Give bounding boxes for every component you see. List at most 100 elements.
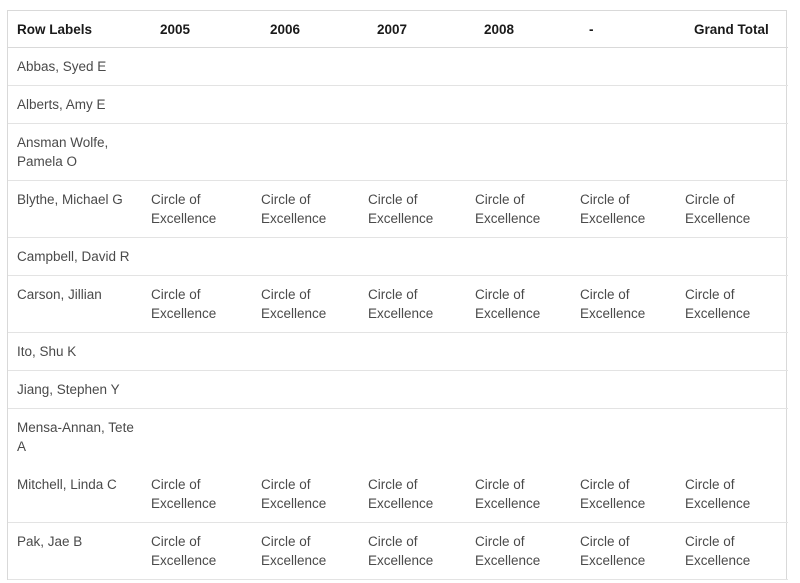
table-row[interactable]: Carson, Jillian Circle of Excellence Cir… xyxy=(8,275,788,333)
column-header-2006[interactable]: 2006 xyxy=(261,11,368,48)
cell-2006[interactable] xyxy=(261,409,368,466)
cell-blank[interactable] xyxy=(580,370,685,409)
cell-2005[interactable] xyxy=(151,409,261,466)
cell-2006[interactable] xyxy=(261,332,368,371)
cell-2008[interactable] xyxy=(475,85,580,124)
cell-2007[interactable] xyxy=(368,123,475,181)
cell-2008[interactable]: Circle of Excellence xyxy=(475,180,580,238)
cell-2007[interactable] xyxy=(368,237,475,276)
cell-2008[interactable] xyxy=(475,123,580,181)
cell-blank[interactable]: Circle of Excellence xyxy=(580,465,685,523)
cell-blank[interactable] xyxy=(580,409,685,466)
cell-grand-total[interactable] xyxy=(685,123,788,181)
cell-blank[interactable] xyxy=(580,123,685,181)
pivot-table: Row Labels 2005 2006 2007 2008 - Grand T… xyxy=(8,11,788,580)
cell-2008[interactable] xyxy=(475,237,580,276)
cell-2008[interactable] xyxy=(475,409,580,466)
cell-2006[interactable]: Circle of Excellence xyxy=(261,522,368,580)
cell-blank[interactable]: Circle of Excellence xyxy=(580,275,685,333)
row-label-cell[interactable]: Jiang, Stephen Y xyxy=(8,370,151,409)
cell-grand-total[interactable] xyxy=(685,237,788,276)
cell-2008[interactable] xyxy=(475,332,580,371)
cell-blank[interactable]: Circle of Excellence xyxy=(580,522,685,580)
table-row[interactable]: Ansman Wolfe, Pamela O xyxy=(8,123,788,181)
cell-2005[interactable] xyxy=(151,237,261,276)
cell-blank[interactable] xyxy=(580,47,685,86)
cell-grand-total[interactable] xyxy=(685,409,788,466)
column-header-grand-total[interactable]: Grand Total xyxy=(685,11,788,48)
cell-2005[interactable] xyxy=(151,85,261,124)
table-body: Abbas, Syed E Alberts, Amy E Ansman Wolf… xyxy=(8,47,788,580)
cell-2006[interactable] xyxy=(261,47,368,86)
cell-grand-total[interactable] xyxy=(685,47,788,86)
pivot-table-container: Row Labels 2005 2006 2007 2008 - Grand T… xyxy=(7,10,788,580)
cell-2007[interactable] xyxy=(368,332,475,371)
cell-2005[interactable]: Circle of Excellence xyxy=(151,465,261,523)
header-row: Row Labels 2005 2006 2007 2008 - Grand T… xyxy=(8,11,788,48)
cell-grand-total[interactable]: Circle of Excellence xyxy=(685,180,788,238)
row-label-cell[interactable]: Ito, Shu K xyxy=(8,332,151,371)
table-row[interactable]: Mitchell, Linda C Circle of Excellence C… xyxy=(8,465,788,523)
row-label-cell[interactable]: Mitchell, Linda C xyxy=(8,465,151,523)
row-label-cell[interactable]: Abbas, Syed E xyxy=(8,47,151,86)
cell-2007[interactable]: Circle of Excellence xyxy=(368,180,475,238)
cell-2005[interactable]: Circle of Excellence xyxy=(151,275,261,333)
cell-blank[interactable] xyxy=(580,332,685,371)
cell-blank[interactable] xyxy=(580,85,685,124)
cell-2007[interactable]: Circle of Excellence xyxy=(368,275,475,333)
table-row[interactable]: Blythe, Michael G Circle of Excellence C… xyxy=(8,180,788,238)
row-label-cell[interactable]: Carson, Jillian xyxy=(8,275,151,333)
cell-2005[interactable] xyxy=(151,123,261,181)
cell-2006[interactable] xyxy=(261,123,368,181)
cell-2006[interactable]: Circle of Excellence xyxy=(261,275,368,333)
table-row[interactable]: Alberts, Amy E xyxy=(8,85,788,124)
cell-grand-total[interactable]: Circle of Excellence xyxy=(685,275,788,333)
cell-2007[interactable] xyxy=(368,409,475,466)
cell-2005[interactable]: Circle of Excellence xyxy=(151,180,261,238)
cell-grand-total[interactable] xyxy=(685,332,788,371)
cell-2008[interactable] xyxy=(475,47,580,86)
cell-2006[interactable]: Circle of Excellence xyxy=(261,465,368,523)
row-label-cell[interactable]: Mensa-Annan, Tete A xyxy=(8,409,151,466)
table-row[interactable]: Ito, Shu K xyxy=(8,332,788,371)
cell-2007[interactable] xyxy=(368,85,475,124)
cell-blank[interactable]: Circle of Excellence xyxy=(580,180,685,238)
cell-2008[interactable]: Circle of Excellence xyxy=(475,275,580,333)
cell-2008[interactable]: Circle of Excellence xyxy=(475,522,580,580)
column-header-row-labels[interactable]: Row Labels xyxy=(8,11,151,48)
cell-2006[interactable] xyxy=(261,237,368,276)
cell-grand-total[interactable] xyxy=(685,370,788,409)
cell-2007[interactable] xyxy=(368,47,475,86)
table-row[interactable]: Campbell, David R xyxy=(8,237,788,276)
row-label-cell[interactable]: Blythe, Michael G xyxy=(8,180,151,238)
cell-2008[interactable]: Circle of Excellence xyxy=(475,465,580,523)
cell-2006[interactable] xyxy=(261,85,368,124)
cell-2007[interactable]: Circle of Excellence xyxy=(368,465,475,523)
table-row[interactable]: Abbas, Syed E xyxy=(8,47,788,86)
row-label-cell[interactable]: Ansman Wolfe, Pamela O xyxy=(8,123,151,181)
column-header-2007[interactable]: 2007 xyxy=(368,11,475,48)
cell-2008[interactable] xyxy=(475,370,580,409)
cell-2007[interactable] xyxy=(368,370,475,409)
cell-2006[interactable] xyxy=(261,370,368,409)
cell-2007[interactable]: Circle of Excellence xyxy=(368,522,475,580)
table-row[interactable]: Jiang, Stephen Y xyxy=(8,370,788,409)
cell-2005[interactable] xyxy=(151,332,261,371)
cell-2005[interactable] xyxy=(151,370,261,409)
table-header: Row Labels 2005 2006 2007 2008 - Grand T… xyxy=(8,11,788,48)
cell-grand-total[interactable]: Circle of Excellence xyxy=(685,465,788,523)
column-header-2008[interactable]: 2008 xyxy=(475,11,580,48)
table-row[interactable]: Mensa-Annan, Tete A xyxy=(8,409,788,466)
row-label-cell[interactable]: Alberts, Amy E xyxy=(8,85,151,124)
cell-2005[interactable] xyxy=(151,47,261,86)
cell-grand-total[interactable]: Circle of Excellence xyxy=(685,522,788,580)
cell-2006[interactable]: Circle of Excellence xyxy=(261,180,368,238)
column-header-blank[interactable]: - xyxy=(580,11,685,48)
column-header-2005[interactable]: 2005 xyxy=(151,11,261,48)
row-label-cell[interactable]: Pak, Jae B xyxy=(8,522,151,580)
cell-2005[interactable]: Circle of Excellence xyxy=(151,522,261,580)
cell-blank[interactable] xyxy=(580,237,685,276)
cell-grand-total[interactable] xyxy=(685,85,788,124)
table-row[interactable]: Pak, Jae B Circle of Excellence Circle o… xyxy=(8,522,788,580)
row-label-cell[interactable]: Campbell, David R xyxy=(8,237,151,276)
